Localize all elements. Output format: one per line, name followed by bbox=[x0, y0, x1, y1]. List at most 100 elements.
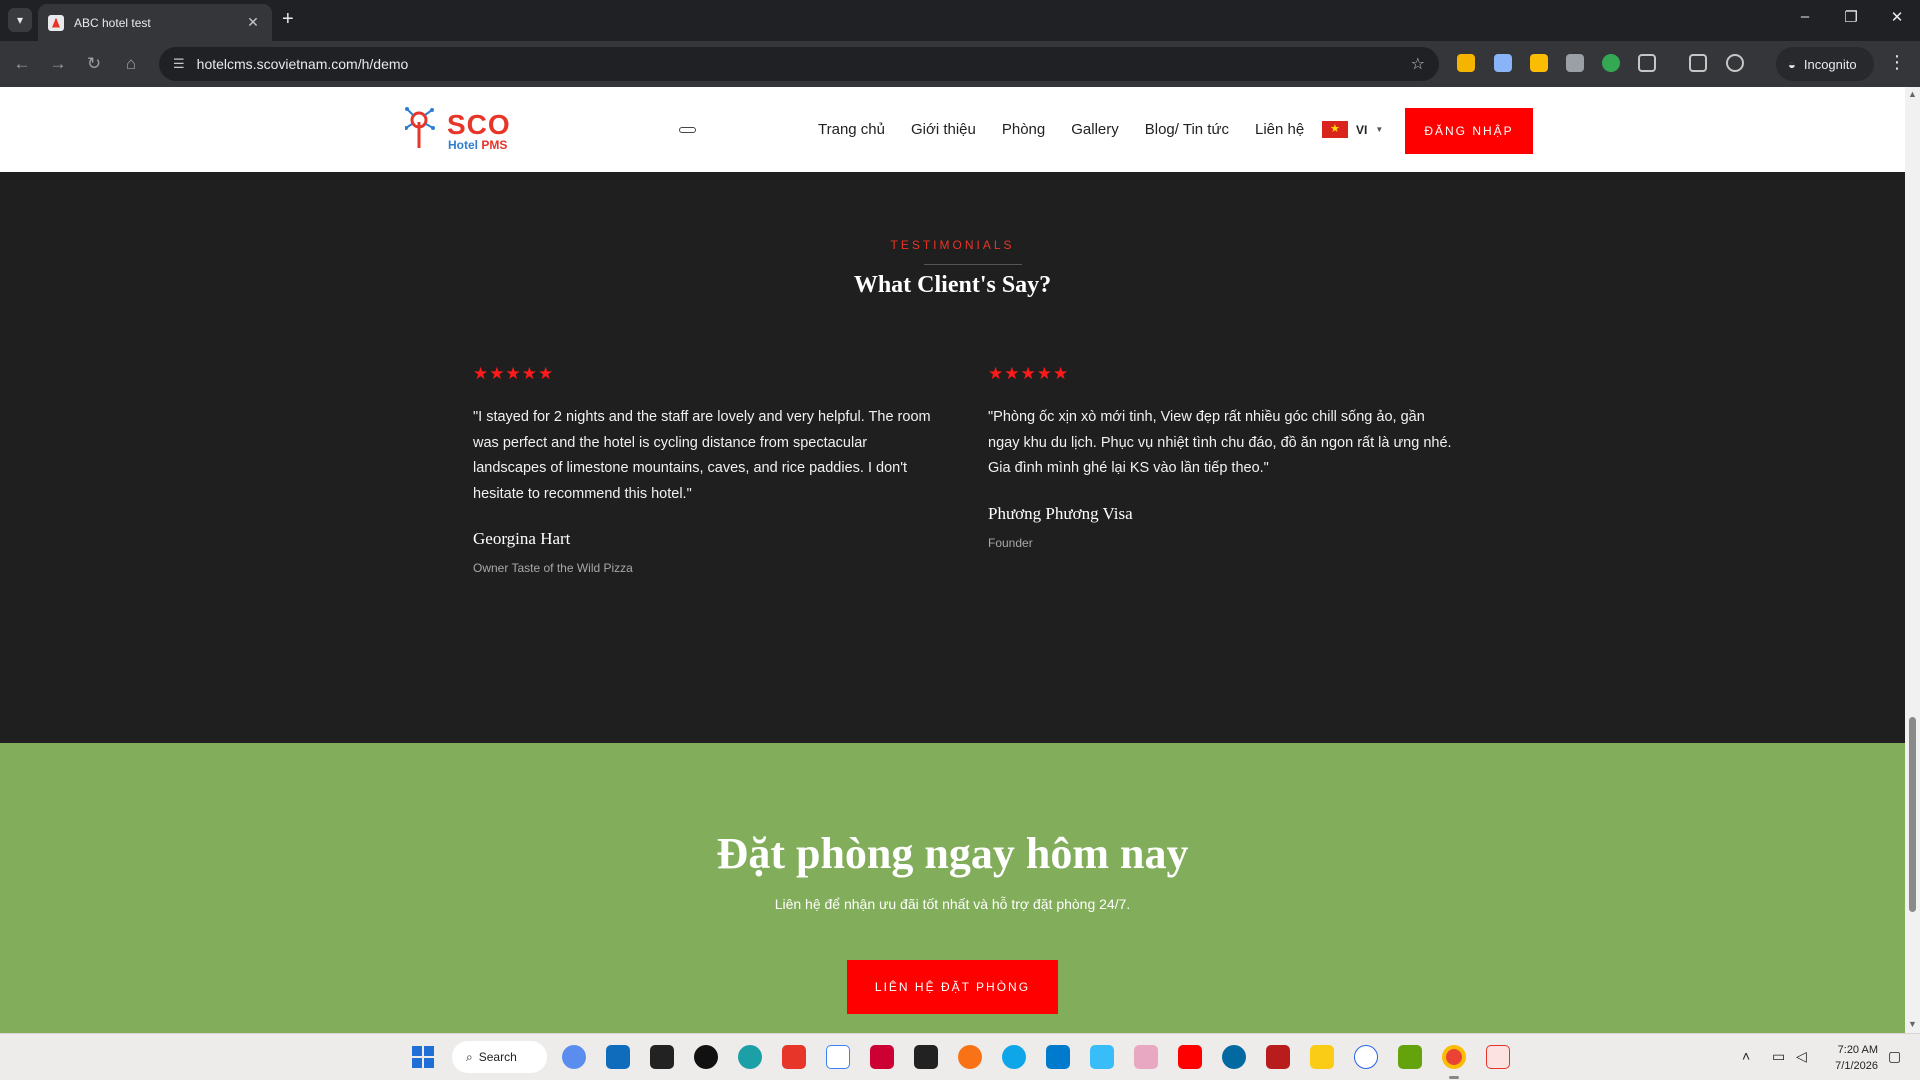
clock-date: 7/1/2026 bbox=[1835, 1060, 1878, 1072]
active-app-indicator bbox=[1449, 1076, 1459, 1079]
nav-item-contact[interactable]: Liên hệ bbox=[1255, 121, 1304, 138]
clock-time: 7:20 AM bbox=[1837, 1044, 1878, 1056]
restore-button[interactable]: ❐ bbox=[1836, 8, 1866, 26]
extension-card-icon[interactable] bbox=[1494, 54, 1512, 72]
slack-app-icon[interactable] bbox=[1134, 1045, 1158, 1069]
close-window-button[interactable]: ✕ bbox=[1882, 8, 1912, 26]
language-selector[interactable]: VI ▼ bbox=[1322, 121, 1383, 138]
snipping-tool-icon[interactable] bbox=[870, 1045, 894, 1069]
page-viewport: SCO Hotel PMS Trang chủ Giới thiệu Phòng… bbox=[0, 87, 1905, 1033]
reload-icon[interactable]: ↻ bbox=[82, 53, 106, 77]
testimonial-card: ★★★★★ "Phòng ốc xịn xò mới tinh, View đẹ… bbox=[988, 364, 1458, 550]
testimonial-card: ★★★★★ "I stayed for 2 nights and the sta… bbox=[473, 364, 943, 575]
minimize-button[interactable]: – bbox=[1790, 8, 1820, 25]
notion-app-icon[interactable] bbox=[914, 1045, 938, 1069]
extension-sq-icon[interactable] bbox=[1530, 54, 1548, 72]
language-label: VI bbox=[1356, 122, 1368, 137]
filezilla-app-icon[interactable] bbox=[1266, 1045, 1290, 1069]
bookmark-star-icon[interactable]: ☆ bbox=[1411, 54, 1425, 74]
page-scrollbar[interactable]: ▲ ▼ bbox=[1905, 87, 1920, 1033]
logo-brand-text: SCO bbox=[447, 109, 511, 140]
home-icon[interactable]: ⌂ bbox=[119, 53, 143, 77]
search-icon: ⌕ bbox=[466, 1049, 473, 1064]
section-eyebrow: TESTIMONIALS bbox=[890, 238, 1015, 252]
nav-item-rooms[interactable]: Phòng bbox=[1002, 121, 1045, 138]
login-button[interactable]: ĐĂNG NHẬP bbox=[1405, 108, 1533, 154]
s-app-icon[interactable] bbox=[782, 1045, 806, 1069]
recorder-app-icon[interactable] bbox=[694, 1045, 718, 1069]
youtube-app-icon[interactable] bbox=[1178, 1045, 1202, 1069]
new-tab-button[interactable]: + bbox=[282, 9, 294, 29]
browser-tab[interactable]: ABC hotel test ✕ bbox=[38, 4, 272, 41]
nav-item-about[interactable]: Giới thiệu bbox=[911, 121, 976, 138]
file-explorer-icon[interactable] bbox=[1310, 1045, 1334, 1069]
active-doc-app-icon[interactable] bbox=[1486, 1045, 1510, 1069]
logo-sub-text: Hotel PMS bbox=[448, 138, 508, 152]
incognito-indicator[interactable]: ◒ Incognito bbox=[1776, 47, 1874, 81]
mail-app-icon[interactable] bbox=[1090, 1045, 1114, 1069]
address-bar[interactable]: ☰ hotelcms.scovietnam.com/h/demo ☆ bbox=[159, 47, 1439, 81]
testimonial-author: Phương Phương Visa bbox=[988, 503, 1133, 523]
cta-subtitle: Liên hệ để nhận ưu đãi tốt nhất và hỗ tr… bbox=[774, 896, 1131, 912]
menu-toggle-icon[interactable] bbox=[679, 127, 696, 133]
site-logo[interactable]: SCO Hotel PMS bbox=[405, 106, 517, 152]
contact-booking-button[interactable]: LIÊN HỆ ĐẶT PHÒNG bbox=[847, 960, 1058, 1014]
taskbar-search-label: Search bbox=[478, 1050, 517, 1064]
url-text[interactable]: hotelcms.scovietnam.com/h/demo bbox=[197, 56, 409, 72]
main-nav: Trang chủ Giới thiệu Phòng Gallery Blog/… bbox=[818, 121, 1304, 138]
tab-search-chevron-icon[interactable]: ▾ bbox=[8, 8, 32, 32]
logo-mark-icon bbox=[405, 107, 435, 148]
extension-color-icon[interactable] bbox=[1602, 54, 1620, 72]
tab-close-icon[interactable]: ✕ bbox=[244, 14, 262, 31]
testimonials-section: TESTIMONIALS What Client's Say? ★★★★★ "I… bbox=[0, 172, 1905, 743]
claude-app-icon[interactable] bbox=[958, 1045, 982, 1069]
reading-list-icon[interactable] bbox=[1689, 54, 1707, 72]
section-title: What Client's Say? bbox=[853, 272, 1052, 298]
notification-bell-icon[interactable]: ▢ bbox=[1888, 1048, 1901, 1065]
eyebrow-divider bbox=[924, 264, 1022, 265]
edge-app-icon[interactable] bbox=[738, 1045, 762, 1069]
network-icon[interactable]: ▭ bbox=[1772, 1048, 1785, 1065]
chrome-app-icon[interactable] bbox=[1442, 1045, 1466, 1069]
windows-start-icon[interactable] bbox=[412, 1046, 434, 1068]
onedrive-app-icon[interactable] bbox=[1222, 1045, 1246, 1069]
forward-icon[interactable]: → bbox=[46, 53, 70, 77]
zalo-2-app-icon[interactable] bbox=[1354, 1045, 1378, 1069]
system-clock[interactable]: 7:20 AM 7/1/2026 bbox=[1820, 1042, 1878, 1074]
extension-keep-icon[interactable] bbox=[1457, 54, 1475, 72]
extension-camera-icon[interactable] bbox=[1566, 54, 1584, 72]
outlook-app-icon[interactable] bbox=[606, 1045, 630, 1069]
cta-title: Đặt phòng ngay hôm nay bbox=[716, 829, 1189, 878]
taskbar-search[interactable]: ⌕ Search bbox=[452, 1041, 547, 1073]
back-icon[interactable]: ← bbox=[10, 53, 34, 77]
volume-icon[interactable]: ◁ bbox=[1796, 1048, 1807, 1065]
incognito-mini-icon[interactable] bbox=[1726, 54, 1744, 72]
chevron-down-icon: ▼ bbox=[1375, 125, 1384, 134]
site-info-icon[interactable]: ☰ bbox=[173, 56, 185, 72]
notepad-app-icon[interactable] bbox=[1398, 1045, 1422, 1069]
scroll-down-icon[interactable]: ▼ bbox=[1908, 1019, 1917, 1029]
incognito-icon: ◒ bbox=[1788, 56, 1796, 72]
clickup-app-icon[interactable] bbox=[562, 1045, 586, 1069]
browser-toolbar: ← → ↻ ⌂ ☰ hotelcms.scovietnam.com/h/demo… bbox=[0, 41, 1920, 87]
browser-tab-bar: ▾ ABC hotel test ✕ + – ❐ ✕ bbox=[0, 0, 1920, 41]
scroll-thumb[interactable] bbox=[1909, 717, 1916, 912]
scroll-up-icon[interactable]: ▲ bbox=[1908, 89, 1917, 99]
incognito-label: Incognito bbox=[1803, 56, 1857, 72]
star-rating-icon: ★★★★★ bbox=[473, 364, 555, 383]
testimonial-quote: "I stayed for 2 nights and the staff are… bbox=[473, 409, 931, 502]
sticky-notes-app-icon[interactable] bbox=[650, 1045, 674, 1069]
cloud-app-icon[interactable] bbox=[1002, 1045, 1026, 1069]
tab-title: ABC hotel test bbox=[74, 15, 151, 30]
nav-item-blog[interactable]: Blog/ Tin tức bbox=[1145, 121, 1229, 138]
booking-cta-section: Đặt phòng ngay hôm nay Liên hệ để nhận ư… bbox=[0, 743, 1905, 1033]
tray-chevron-icon[interactable]: ˄ bbox=[1742, 1048, 1750, 1064]
vscode-app-icon[interactable] bbox=[1046, 1045, 1070, 1069]
browser-menu-icon[interactable]: ⋮ bbox=[1888, 52, 1906, 73]
extensions-puzzle-icon[interactable] bbox=[1638, 54, 1656, 72]
nav-item-gallery[interactable]: Gallery bbox=[1071, 121, 1119, 138]
zalo-app-icon[interactable] bbox=[826, 1045, 850, 1069]
nav-item-home[interactable]: Trang chủ bbox=[818, 121, 885, 138]
testimonial-quote: "Phòng ốc xịn xò mới tinh, View đẹp rất … bbox=[988, 409, 1452, 476]
testimonial-role: Owner Taste of the Wild Pizza bbox=[473, 561, 633, 575]
